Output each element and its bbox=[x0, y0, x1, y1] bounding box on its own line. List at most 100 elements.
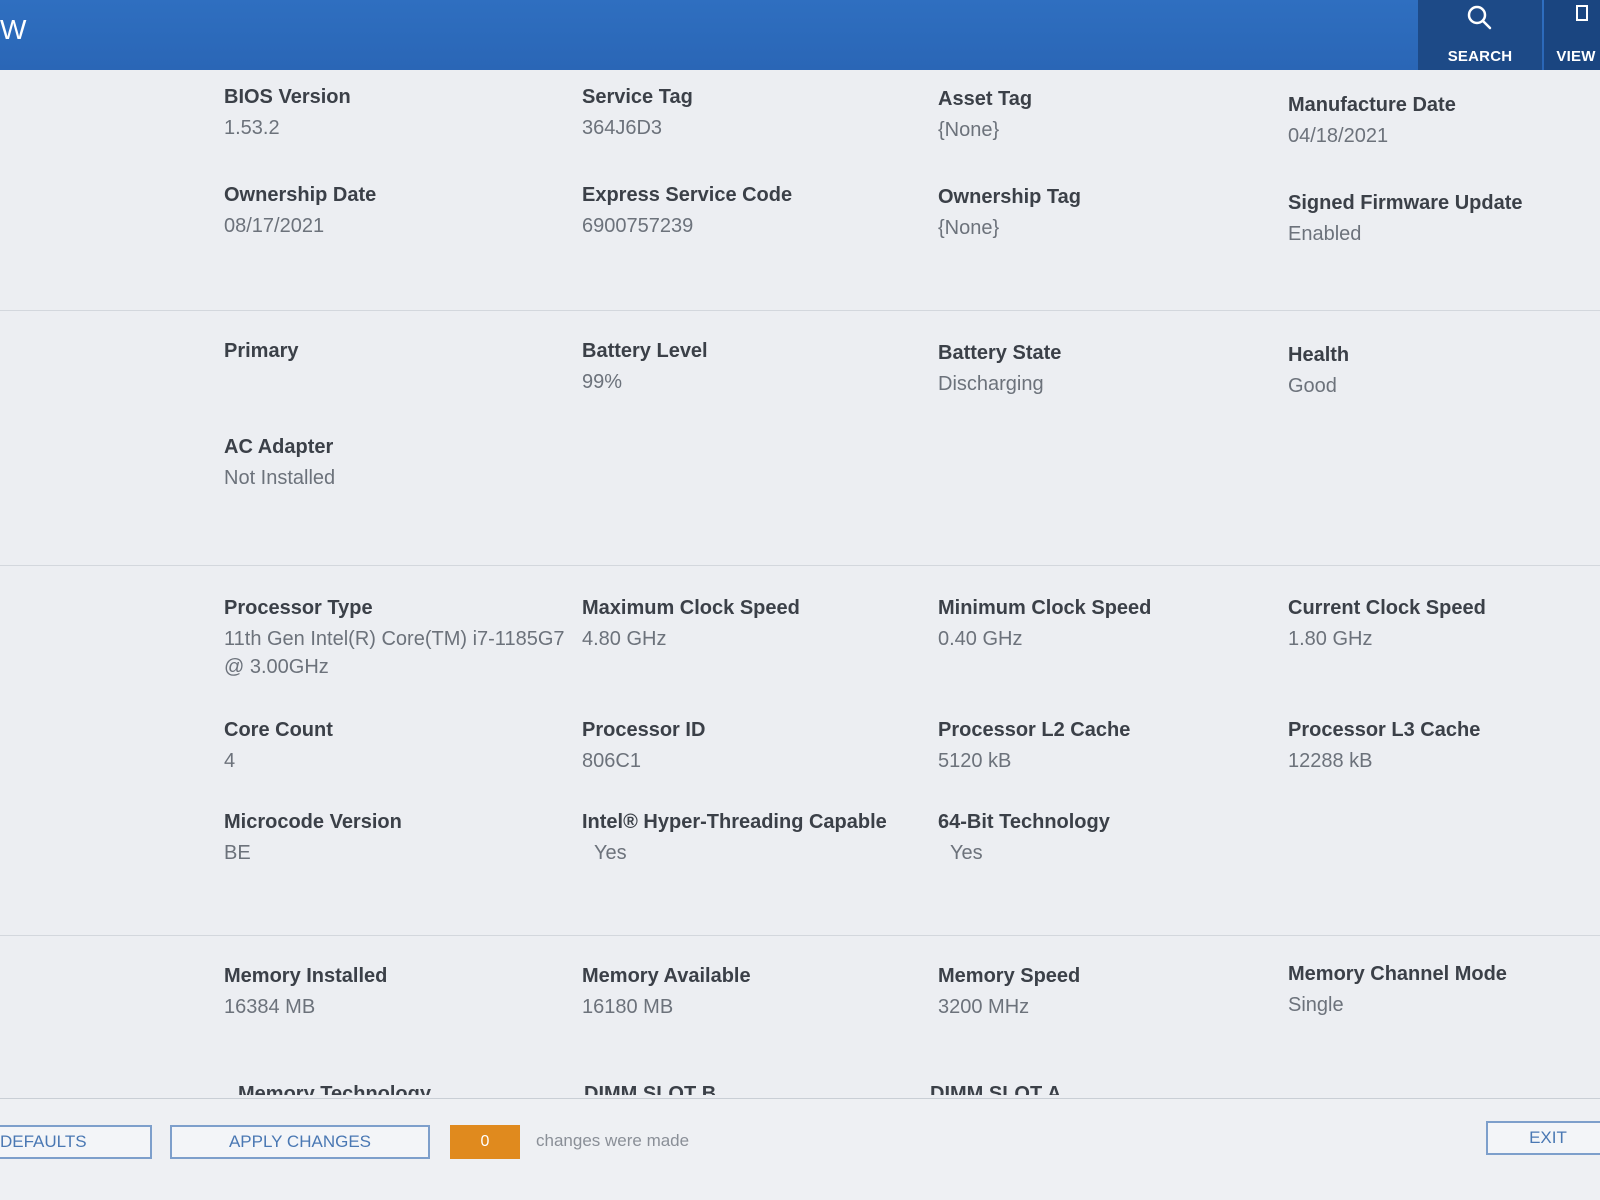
field-value: 0.40 GHz bbox=[938, 628, 1023, 650]
search-tab-label: SEARCH bbox=[1447, 48, 1513, 65]
field-label: Primary bbox=[224, 340, 299, 362]
field-label: Signed Firmware Update bbox=[1288, 192, 1523, 214]
memory-channel-mode-field: Memory Channel Mode Single bbox=[1288, 961, 1600, 1019]
field-value: 1.80 GHz bbox=[1288, 628, 1373, 650]
field-value: Yes bbox=[594, 842, 627, 864]
field-label: Processor L3 Cache bbox=[1288, 719, 1481, 741]
processor-type-field: Processor Type 11th Gen Intel(R) Core(TM… bbox=[224, 595, 565, 681]
field-label: Ownership Tag bbox=[938, 186, 1081, 208]
field-value: 4.80 GHz bbox=[582, 628, 667, 650]
manufacture-date-field: Manufacture Date 04/18/2021 bbox=[1288, 92, 1600, 150]
processor-id-field: Processor ID 806C1 bbox=[582, 717, 922, 775]
field-value: 5120 kB bbox=[938, 750, 1012, 772]
header-bar: W SEARCH VIEW bbox=[0, 0, 1600, 74]
field-label: Service Tag bbox=[582, 86, 693, 108]
field-label: Minimum Clock Speed bbox=[938, 597, 1152, 619]
field-value: Enabled bbox=[1288, 223, 1362, 245]
signed-firmware-update-field: Signed Firmware Update Enabled bbox=[1288, 190, 1600, 248]
memory-info-section: Memory Installed 16384 MB Memory Availab… bbox=[0, 935, 1600, 1105]
memory-available-field: Memory Available 16180 MB bbox=[582, 963, 922, 1021]
field-value: 11th Gen Intel(R) Core(TM) i7-1185G7 @ 3… bbox=[224, 628, 565, 678]
field-value: BE bbox=[224, 842, 251, 864]
microcode-version-field: Microcode Version BE bbox=[224, 809, 564, 867]
field-label: Memory Channel Mode bbox=[1288, 963, 1507, 985]
bios-overview-screen: W SEARCH VIEW BIOS Version 1.53.2 Servic… bbox=[0, 0, 1600, 1200]
service-tag-field: Service Tag 364J6D3 bbox=[582, 84, 922, 142]
memory-installed-field: Memory Installed 16384 MB bbox=[224, 963, 564, 1021]
field-value: 12288 kB bbox=[1288, 750, 1373, 772]
current-clock-speed-field: Current Clock Speed 1.80 GHz bbox=[1288, 595, 1600, 653]
ownership-date-field: Ownership Date 08/17/2021 bbox=[224, 182, 564, 240]
field-value: Good bbox=[1288, 375, 1337, 397]
battery-state-field: Battery State Discharging bbox=[938, 340, 1278, 398]
field-value: Discharging bbox=[938, 373, 1044, 395]
view-icon bbox=[1576, 5, 1588, 21]
field-value: 08/17/2021 bbox=[224, 215, 325, 237]
express-service-code-field: Express Service Code 6900757239 bbox=[582, 182, 922, 240]
field-value: 3200 MHz bbox=[938, 996, 1030, 1018]
field-value: 364J6D3 bbox=[582, 117, 663, 139]
dimm-slot-a-label: DIMM SLOT A bbox=[930, 1083, 1062, 1095]
asset-tag-field: Asset Tag {None} bbox=[938, 86, 1278, 144]
dimm-slot-b-label: DIMM SLOT B bbox=[584, 1083, 717, 1095]
field-label: Maximum Clock Speed bbox=[582, 597, 800, 619]
field-label: Health bbox=[1288, 344, 1350, 366]
overview-content: BIOS Version 1.53.2 Service Tag 364J6D3 … bbox=[0, 70, 1600, 1100]
battery-level-field: Battery Level 99% bbox=[582, 338, 922, 396]
field-label: Memory Speed bbox=[938, 965, 1081, 987]
field-label: Processor ID bbox=[582, 719, 706, 741]
field-value: Yes bbox=[950, 842, 983, 864]
page-title: W bbox=[0, 14, 28, 45]
field-value: 16384 MB bbox=[224, 996, 316, 1018]
field-value: Not Installed bbox=[224, 467, 336, 489]
memory-technology-label: Memory Technology bbox=[238, 1083, 431, 1095]
apply-changes-button[interactable]: APPLY CHANGES bbox=[170, 1125, 430, 1159]
field-label: Express Service Code bbox=[582, 184, 793, 206]
core-count-field: Core Count 4 bbox=[224, 717, 564, 775]
search-tab[interactable]: SEARCH bbox=[1418, 0, 1542, 74]
footer-bar: DEFAULTS APPLY CHANGES 0 changes were ma… bbox=[0, 1098, 1600, 1200]
field-label: BIOS Version bbox=[224, 86, 351, 108]
field-label: Battery Level bbox=[582, 340, 708, 362]
field-value: 806C1 bbox=[582, 750, 641, 772]
view-tab-label: VIEW bbox=[1556, 48, 1596, 65]
field-value: Single bbox=[1288, 994, 1344, 1016]
field-value: 1.53.2 bbox=[224, 117, 280, 139]
view-tab[interactable]: VIEW bbox=[1544, 0, 1600, 74]
hyper-threading-field: Intel® Hyper-Threading Capable Yes bbox=[582, 809, 922, 867]
field-value: 4 bbox=[224, 750, 236, 772]
field-label: 64-Bit Technology bbox=[938, 811, 1110, 833]
min-clock-speed-field: Minimum Clock Speed 0.40 GHz bbox=[938, 595, 1278, 653]
max-clock-speed-field: Maximum Clock Speed 4.80 GHz bbox=[582, 595, 922, 653]
l2-cache-field: Processor L2 Cache 5120 kB bbox=[938, 717, 1278, 775]
field-label: Memory Installed bbox=[224, 965, 388, 987]
field-value: {None} bbox=[938, 217, 1000, 239]
field-label: Intel® Hyper-Threading Capable bbox=[582, 811, 887, 833]
field-value: 6900757239 bbox=[582, 215, 694, 237]
primary-battery-field: Primary bbox=[224, 338, 564, 364]
field-label: Memory Available bbox=[582, 965, 751, 987]
field-label: Ownership Date bbox=[224, 184, 377, 206]
ownership-tag-field: Ownership Tag {None} bbox=[938, 184, 1278, 242]
changes-status-text: changes were made bbox=[536, 1131, 690, 1150]
search-icon bbox=[1467, 5, 1492, 30]
field-value: {None} bbox=[938, 119, 1000, 141]
exit-button[interactable]: EXIT bbox=[1486, 1121, 1600, 1155]
health-field: Health Good bbox=[1288, 342, 1600, 400]
processor-info-section: Processor Type 11th Gen Intel(R) Core(TM… bbox=[0, 565, 1600, 935]
field-value: 16180 MB bbox=[582, 996, 674, 1018]
field-value: 99% bbox=[582, 371, 623, 393]
memory-speed-field: Memory Speed 3200 MHz bbox=[938, 963, 1278, 1021]
64-bit-technology-field: 64-Bit Technology Yes bbox=[938, 809, 1278, 867]
field-label: Asset Tag bbox=[938, 88, 1033, 110]
restore-defaults-button[interactable]: DEFAULTS bbox=[0, 1125, 152, 1159]
system-info-section: BIOS Version 1.53.2 Service Tag 364J6D3 … bbox=[0, 70, 1600, 310]
field-label: Core Count bbox=[224, 719, 333, 741]
field-label: Microcode Version bbox=[224, 811, 402, 833]
changes-count-badge: 0 bbox=[450, 1125, 520, 1159]
bios-version-field: BIOS Version 1.53.2 bbox=[224, 84, 564, 142]
field-label: Manufacture Date bbox=[1288, 94, 1456, 116]
ac-adapter-field: AC Adapter Not Installed bbox=[224, 434, 564, 492]
field-label: AC Adapter bbox=[224, 436, 334, 458]
field-label: Processor Type bbox=[224, 597, 373, 619]
